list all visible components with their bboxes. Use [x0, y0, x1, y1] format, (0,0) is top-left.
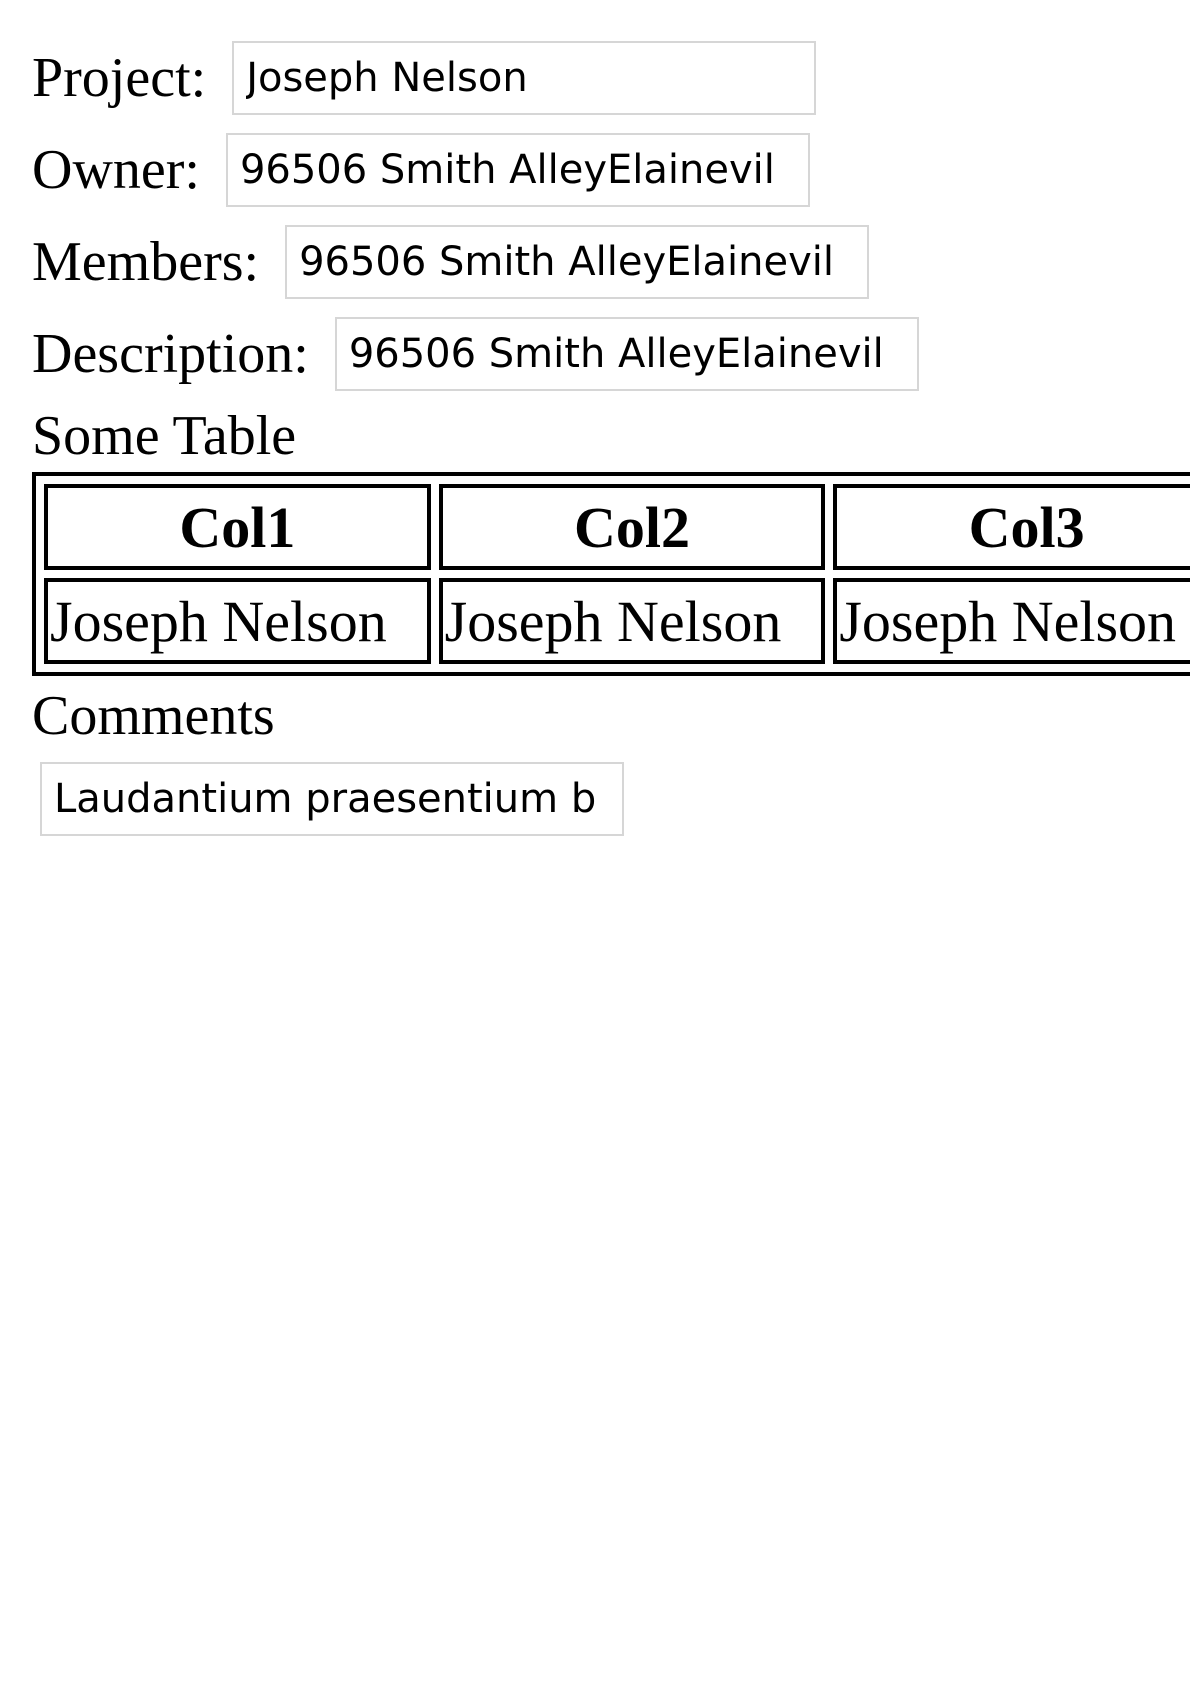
comments-heading: Comments: [32, 685, 275, 747]
comments-input[interactable]: [40, 762, 624, 836]
project-row: Project:: [32, 40, 817, 116]
page: Project: Owner: Members: Description: So…: [0, 0, 1190, 1684]
members-input[interactable]: [285, 225, 870, 299]
members-row: Members:: [32, 224, 870, 300]
some-table: Col1 Col2 Col3 Joseph Nelson Joseph Nels…: [32, 472, 1190, 676]
table-cell: Joseph Nelson: [833, 578, 1190, 664]
column-header-col1: Col1: [44, 484, 431, 570]
table-cell: Joseph Nelson: [44, 578, 431, 664]
description-input[interactable]: [334, 317, 919, 391]
project-input[interactable]: [232, 41, 817, 115]
owner-row: Owner:: [32, 132, 810, 208]
owner-label: Owner:: [32, 139, 200, 201]
project-label: Project:: [32, 47, 207, 109]
members-label: Members:: [32, 231, 260, 293]
table-container: Col1 Col2 Col3 Joseph Nelson Joseph Nels…: [32, 472, 1190, 676]
table-header-row: Col1 Col2 Col3: [44, 484, 1190, 570]
description-row: Description:: [32, 316, 919, 392]
column-header-col3: Col3: [833, 484, 1190, 570]
table-cell: Joseph Nelson: [438, 578, 826, 664]
owner-input[interactable]: [225, 133, 810, 207]
table-heading: Some Table: [32, 405, 297, 467]
description-label: Description:: [32, 323, 309, 385]
table-row: Joseph Nelson Joseph Nelson Joseph Nelso…: [44, 578, 1190, 664]
column-header-col2: Col2: [438, 484, 826, 570]
